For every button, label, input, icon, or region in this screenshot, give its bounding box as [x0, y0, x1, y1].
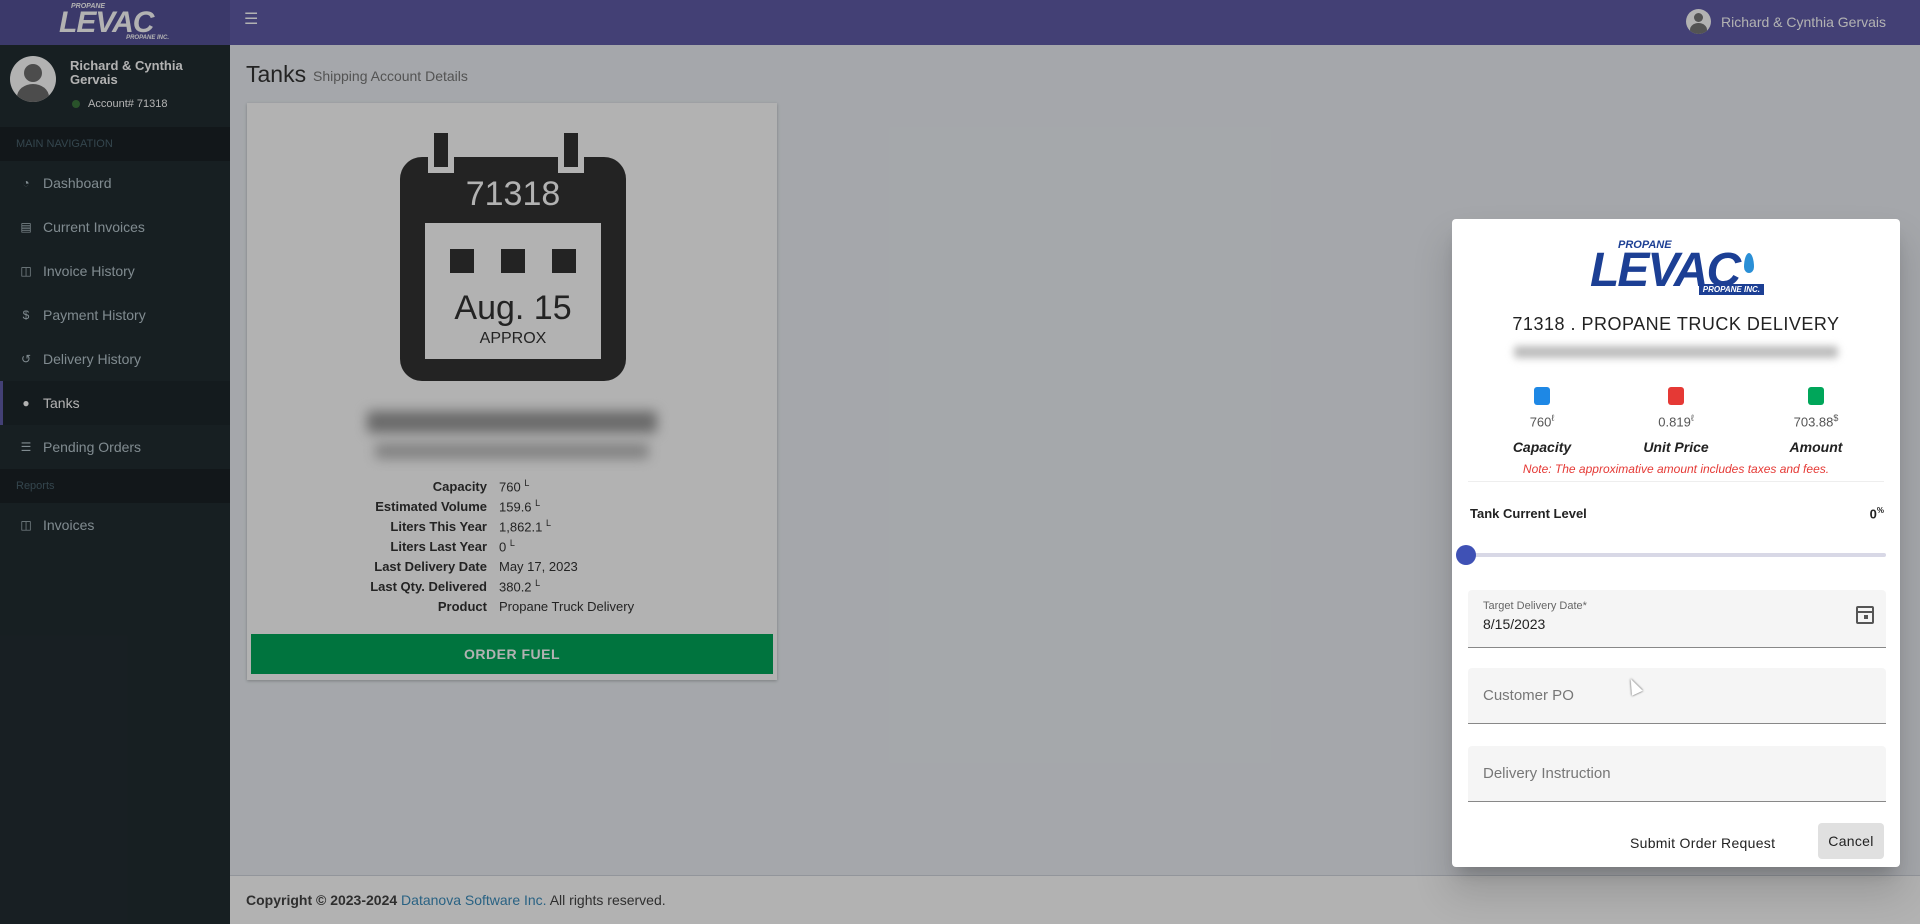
redacted-address	[1514, 346, 1838, 358]
delivery-instruction-field[interactable]	[1468, 746, 1886, 802]
tank-icon	[1534, 387, 1550, 405]
order-dialog: PROPANE LEVAC PROPANE INC. 71318 . PROPA…	[1452, 219, 1900, 867]
customer-po-input[interactable]	[1483, 668, 1863, 723]
tank-level-label: Tank Current Level	[1470, 506, 1587, 521]
slider-track[interactable]	[1466, 553, 1886, 557]
gas-pump-icon	[1668, 387, 1684, 405]
levac-logo: PROPANE LEVAC PROPANE INC.	[1590, 239, 1764, 295]
dialog-title: 71318 . PROPANE TRUCK DELIVERY	[1512, 314, 1840, 334]
stat-capacity: 760ℓ Capacity	[1472, 387, 1612, 455]
tank-level-slider[interactable]	[1456, 545, 1886, 565]
calendar-icon[interactable]	[1856, 606, 1874, 624]
slider-thumb[interactable]	[1456, 545, 1476, 565]
stat-amount: 703.88$ Amount	[1746, 387, 1886, 455]
target-delivery-date-field[interactable]: Target Delivery Date* 8/15/2023	[1468, 590, 1886, 648]
customer-po-field[interactable]	[1468, 668, 1886, 724]
tank-level-value: 0%	[1869, 506, 1884, 522]
divider	[1468, 481, 1884, 482]
amount-note: Note: The approximative amount includes …	[1522, 462, 1830, 476]
cancel-button[interactable]: Cancel	[1818, 823, 1884, 859]
submit-order-button[interactable]: Submit Order Request	[1630, 831, 1775, 855]
delivery-instruction-input[interactable]	[1483, 746, 1863, 801]
stat-unit-price: 0.819ℓ Unit Price	[1606, 387, 1746, 455]
target-delivery-date-value[interactable]: 8/15/2023	[1483, 616, 1843, 632]
money-icon	[1808, 387, 1824, 405]
flame-icon	[1744, 253, 1754, 273]
